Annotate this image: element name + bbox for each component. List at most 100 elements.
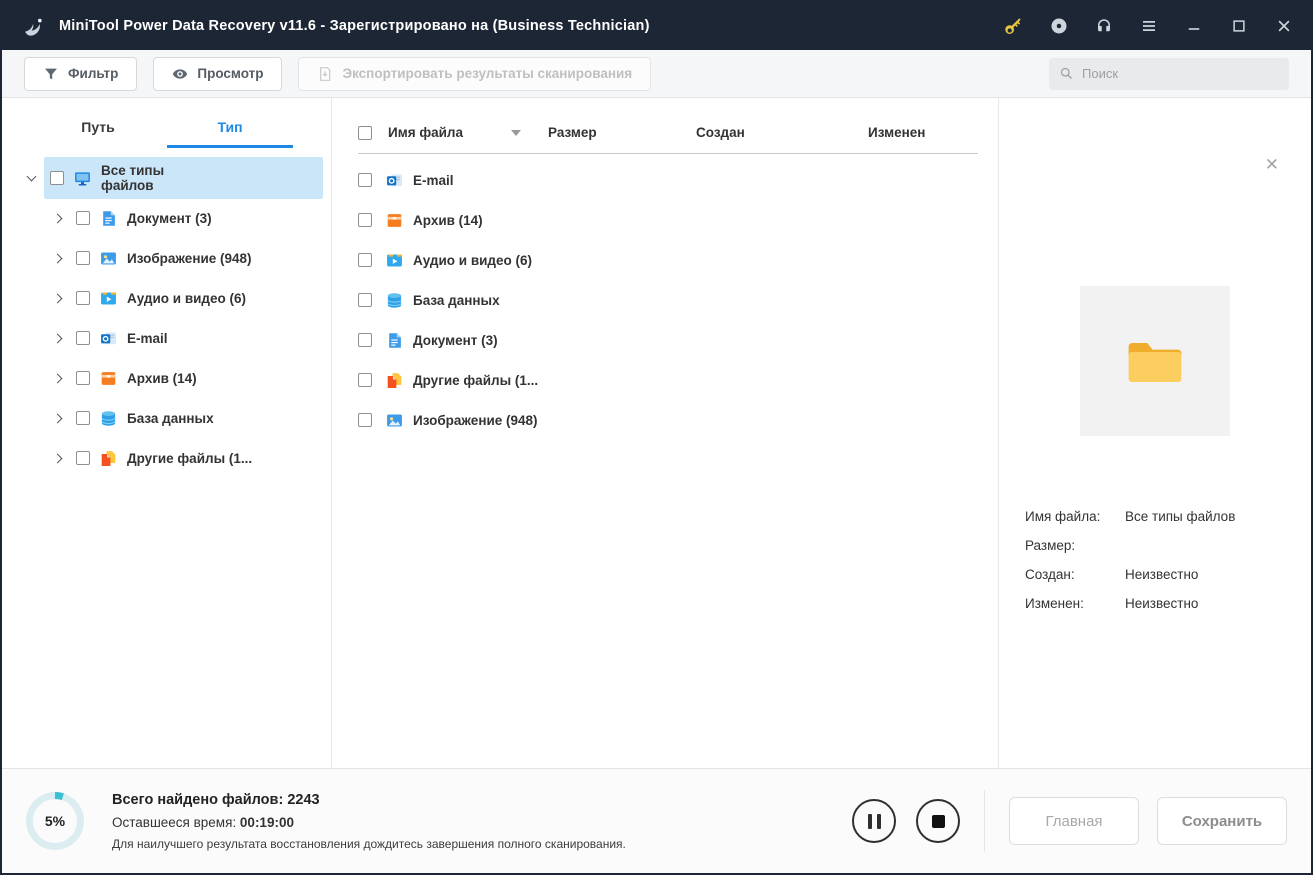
home-button[interactable]: Главная bbox=[1009, 797, 1139, 845]
files-found-text: Всего найдено файлов: 2243 bbox=[112, 792, 626, 808]
email-icon bbox=[100, 330, 117, 347]
chevron-right-icon[interactable] bbox=[44, 213, 70, 223]
folder-icon bbox=[1126, 337, 1184, 385]
chevron-right-icon[interactable] bbox=[44, 453, 70, 463]
other-files-icon bbox=[386, 372, 403, 389]
checkbox[interactable] bbox=[76, 451, 90, 465]
file-list-panel: Имя файла Размер Создан Изменен E-mail А… bbox=[332, 98, 998, 768]
checkbox[interactable] bbox=[76, 211, 90, 225]
filter-button-label: Фильтр bbox=[68, 66, 119, 81]
checkbox[interactable] bbox=[76, 331, 90, 345]
bootable-media-icon[interactable] bbox=[1050, 17, 1068, 35]
detail-label: Создан: bbox=[1025, 567, 1075, 582]
tree-item-label: Документ (3) bbox=[127, 210, 212, 226]
checkbox[interactable] bbox=[358, 333, 372, 347]
checkbox[interactable] bbox=[76, 291, 90, 305]
all-types-icon bbox=[74, 170, 91, 187]
chevron-right-icon[interactable] bbox=[44, 293, 70, 303]
export-icon bbox=[317, 66, 333, 82]
checkbox[interactable] bbox=[358, 413, 372, 427]
checkbox[interactable] bbox=[358, 173, 372, 187]
stop-button[interactable] bbox=[916, 799, 960, 843]
pause-button[interactable] bbox=[852, 799, 896, 843]
tree-item-label: Изображение (948) bbox=[127, 250, 252, 266]
list-row-audio-video[interactable]: Аудио и видео (6) bbox=[358, 240, 978, 280]
files-found-label: Всего найдено файлов: bbox=[112, 791, 284, 808]
preview-eye-icon bbox=[172, 66, 188, 82]
tree-item-image[interactable]: Изображение (948) bbox=[18, 238, 323, 278]
checkbox[interactable] bbox=[76, 371, 90, 385]
tab-type[interactable]: Тип bbox=[164, 110, 296, 148]
chevron-right-icon[interactable] bbox=[44, 253, 70, 263]
chevron-down-icon[interactable] bbox=[18, 171, 44, 182]
export-button-label: Экспортировать результаты сканирования bbox=[342, 66, 633, 81]
database-icon bbox=[100, 410, 117, 427]
detail-row-modified: Изменен: Неизвестно bbox=[1025, 595, 1285, 613]
support-headset-icon[interactable] bbox=[1095, 17, 1113, 35]
tab-bar: Путь Тип bbox=[2, 110, 331, 148]
chevron-right-icon[interactable] bbox=[44, 333, 70, 343]
checkbox[interactable] bbox=[358, 373, 372, 387]
list-row-email[interactable]: E-mail bbox=[358, 160, 978, 200]
minimize-icon[interactable] bbox=[1185, 17, 1203, 35]
list-row-document[interactable]: Документ (3) bbox=[358, 320, 978, 360]
files-found-count: 2243 bbox=[287, 791, 320, 808]
list-rows: E-mail Архив (14) Аудио и видео (6) База… bbox=[358, 154, 978, 440]
tree-item-document[interactable]: Документ (3) bbox=[18, 198, 323, 238]
status-text-block: Всего найдено файлов: 2243 Оставшееся вр… bbox=[112, 792, 626, 851]
menu-icon[interactable] bbox=[1140, 17, 1158, 35]
tree-item-label: Аудио и видео (6) bbox=[127, 290, 247, 306]
image-icon bbox=[386, 412, 403, 429]
checkbox[interactable] bbox=[358, 253, 372, 267]
detail-value: Неизвестно bbox=[1125, 567, 1199, 582]
detail-label: Размер: bbox=[1025, 538, 1076, 553]
tree-item-archive[interactable]: Архив (14) bbox=[18, 358, 323, 398]
preview-close-icon[interactable]: ✕ bbox=[1265, 156, 1279, 173]
checkbox[interactable] bbox=[358, 213, 372, 227]
license-key-icon[interactable] bbox=[1004, 17, 1023, 36]
column-size-header: Размер bbox=[548, 125, 597, 140]
other-files-icon bbox=[100, 450, 117, 467]
close-icon[interactable] bbox=[1275, 17, 1293, 35]
save-button[interactable]: Сохранить bbox=[1157, 797, 1287, 845]
checkbox[interactable] bbox=[50, 171, 64, 185]
maximize-icon[interactable] bbox=[1230, 17, 1248, 35]
row-name: Изображение (948) bbox=[413, 412, 538, 428]
list-row-archive[interactable]: Архив (14) bbox=[358, 200, 978, 240]
search-input[interactable] bbox=[1082, 66, 1279, 81]
pause-icon bbox=[867, 813, 881, 829]
email-icon bbox=[386, 172, 403, 189]
checkbox[interactable] bbox=[76, 251, 90, 265]
title-bar: MiniTool Power Data Recovery v11.6 - Зар… bbox=[2, 2, 1311, 50]
tab-path[interactable]: Путь bbox=[32, 110, 164, 148]
checkbox[interactable] bbox=[358, 293, 372, 307]
list-row-image[interactable]: Изображение (948) bbox=[358, 400, 978, 440]
row-name: E-mail bbox=[413, 172, 454, 188]
tree-item-database[interactable]: База данных bbox=[18, 398, 323, 438]
detail-value: Неизвестно bbox=[1125, 596, 1199, 611]
toolbar: Фильтр Просмотр Экспортировать результат… bbox=[2, 50, 1311, 98]
row-name: Аудио и видео (6) bbox=[413, 252, 533, 268]
tree-item-email[interactable]: E-mail bbox=[18, 318, 323, 358]
stop-icon bbox=[931, 814, 945, 828]
audio-video-icon bbox=[100, 290, 117, 307]
tree-item-all-types[interactable]: Все типы файлов bbox=[18, 157, 323, 199]
list-row-other-files[interactable]: Другие файлы (1... bbox=[358, 360, 978, 400]
app-window: MiniTool Power Data Recovery v11.6 - Зар… bbox=[0, 0, 1313, 875]
chevron-right-icon[interactable] bbox=[44, 373, 70, 383]
main-area: Путь Тип Все типы файлов Документ (3) Из… bbox=[2, 98, 1311, 768]
export-scan-results-button[interactable]: Экспортировать результаты сканирования bbox=[298, 56, 652, 91]
tree-item-other-files[interactable]: Другие файлы (1... bbox=[18, 438, 323, 478]
scan-hint-text: Для наилучшего результата восстановления… bbox=[112, 836, 626, 851]
scan-controls: Главная Сохранить bbox=[852, 790, 1287, 852]
filter-button[interactable]: Фильтр bbox=[24, 56, 138, 91]
list-row-database[interactable]: База данных bbox=[358, 280, 978, 320]
preview-details: Имя файла: Все типы файлов Размер: Созда… bbox=[1025, 508, 1285, 613]
sort-desc-icon[interactable] bbox=[511, 129, 522, 136]
preview-button[interactable]: Просмотр bbox=[153, 56, 283, 91]
checkbox[interactable] bbox=[76, 411, 90, 425]
tree-item-label: E-mail bbox=[127, 330, 168, 346]
chevron-right-icon[interactable] bbox=[44, 413, 70, 423]
select-all-checkbox[interactable] bbox=[358, 125, 372, 140]
tree-item-audio-video[interactable]: Аудио и видео (6) bbox=[18, 278, 323, 318]
